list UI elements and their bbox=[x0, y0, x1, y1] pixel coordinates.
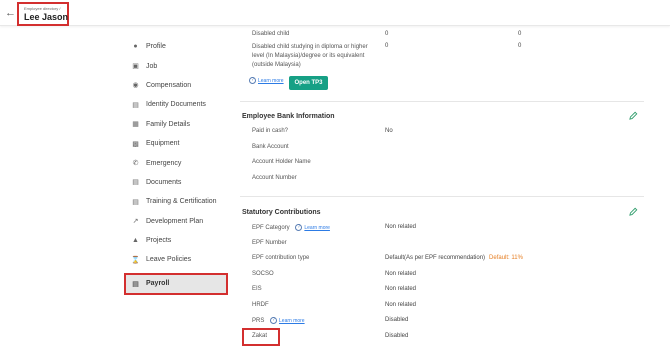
paid-in-cash-value: No bbox=[385, 128, 393, 134]
epf-number-label: EPF Number bbox=[252, 240, 287, 246]
sidebar-item-profile[interactable]: ● Profile bbox=[124, 37, 228, 56]
learn-more-link[interactable]: Learn more bbox=[258, 78, 284, 84]
disabled-child-diploma-value-1: 0 bbox=[385, 43, 389, 49]
sidebar-item-projects[interactable]: ▲ Projects bbox=[124, 231, 228, 250]
sidebar-item-label: Family Details bbox=[146, 120, 190, 128]
team-icon: ▲ bbox=[132, 237, 139, 245]
tp3-learn-more[interactable]: ? Learn more bbox=[249, 77, 284, 84]
help-icon: ? bbox=[249, 77, 256, 84]
sidebar: ● Profile ▣ Job ◉ Compensation ▤ Identity Do… bbox=[124, 37, 228, 295]
prs-row: PRS ? Learn more bbox=[252, 317, 305, 324]
eis-label: EIS bbox=[252, 286, 262, 292]
hrdf-label: HRDF bbox=[252, 302, 269, 308]
epf-learn-more-link[interactable]: Learn more bbox=[304, 225, 330, 231]
help-icon: ? bbox=[295, 224, 303, 231]
money-bag-icon: ◉ bbox=[132, 82, 139, 90]
laptop-icon: ▩ bbox=[132, 140, 139, 148]
chart-icon: ↗ bbox=[132, 218, 139, 226]
sidebar-item-label: Payroll bbox=[146, 280, 170, 288]
sidebar-item-label: Development Plan bbox=[146, 217, 204, 225]
document-icon: ▤ bbox=[132, 179, 139, 187]
prs-value: Disabled bbox=[385, 317, 409, 323]
sidebar-item-label: Compensation bbox=[146, 81, 192, 89]
sidebar-item-label: Job bbox=[146, 62, 158, 70]
employee-name: Lee Jason bbox=[24, 12, 69, 22]
socso-value: Non related bbox=[385, 271, 417, 277]
eis-value: Non related bbox=[385, 286, 417, 292]
sidebar-item-label: Emergency bbox=[146, 159, 182, 167]
sidebar-item-label: Training & Certification bbox=[146, 198, 217, 206]
main-content: Disabled child 0 0 Disabled child studyi… bbox=[240, 0, 644, 350]
sidebar-item-emergency[interactable]: ✆ Emergency bbox=[124, 153, 228, 172]
sidebar-item-identity-documents[interactable]: ▤ Identity Documents bbox=[124, 95, 228, 114]
bank-section-title: Employee Bank Information bbox=[242, 113, 335, 120]
sidebar-item-compensation[interactable]: ◉ Compensation bbox=[124, 76, 228, 95]
payslip-icon: ▤ bbox=[132, 280, 139, 288]
account-holder-name-label: Account Holder Name bbox=[252, 159, 311, 165]
socso-label: SOCSO bbox=[252, 271, 274, 277]
sidebar-item-equipment[interactable]: ▩ Equipment bbox=[124, 134, 228, 153]
sidebar-item-development-plan[interactable]: ↗ Development Plan bbox=[124, 212, 228, 231]
divider bbox=[240, 196, 644, 197]
back-arrow-icon[interactable]: ← bbox=[5, 7, 17, 19]
sidebar-item-label: Profile bbox=[146, 43, 166, 51]
book-icon: ▦ bbox=[132, 121, 139, 129]
open-tp3-button[interactable]: Open TP3 bbox=[289, 76, 328, 90]
bank-account-label: Bank Account bbox=[252, 144, 289, 150]
epf-category-value: Non related bbox=[385, 224, 417, 230]
paid-in-cash-label: Paid in cash? bbox=[252, 128, 289, 134]
prs-label: PRS bbox=[252, 318, 265, 325]
zakat-label: Zakat bbox=[252, 333, 268, 339]
account-number-label: Account Number bbox=[252, 175, 297, 181]
sidebar-item-payroll[interactable]: ▤ Payroll bbox=[124, 272, 228, 295]
certificate-icon: ▤ bbox=[132, 198, 139, 206]
hourglass-icon: ⌛ bbox=[131, 256, 140, 264]
briefcase-icon: ▣ bbox=[132, 63, 139, 71]
zakat-value: Disabled bbox=[385, 333, 409, 339]
phone-icon: ✆ bbox=[132, 160, 139, 168]
sidebar-item-label: Projects bbox=[146, 237, 172, 245]
id-card-icon: ▤ bbox=[132, 101, 139, 109]
epf-default-note: Default: 11% bbox=[489, 255, 523, 261]
edit-statutory-pencil-icon[interactable] bbox=[629, 207, 638, 216]
prs-learn-more-link[interactable]: Learn more bbox=[279, 318, 305, 324]
epf-contribution-type-label: EPF contribution type bbox=[252, 255, 310, 261]
sidebar-item-leave-policies[interactable]: ⌛ Leave Policies bbox=[124, 250, 228, 269]
sidebar-item-label: Documents bbox=[146, 178, 182, 186]
sidebar-item-label: Identity Documents bbox=[146, 101, 206, 109]
disabled-child-value-1: 0 bbox=[385, 31, 389, 37]
disabled-child-label: Disabled child bbox=[252, 31, 290, 37]
sidebar-item-label: Equipment bbox=[146, 140, 180, 148]
epf-contribution-type-value: Default(As per EPF recommendation) Defaul… bbox=[385, 255, 523, 261]
employee-header: Employee directory / Lee Jason bbox=[17, 2, 69, 26]
edit-bank-pencil-icon[interactable] bbox=[629, 111, 638, 120]
sidebar-item-training[interactable]: ▤ Training & Certification bbox=[124, 192, 228, 211]
sidebar-item-label: Leave Policies bbox=[146, 256, 192, 264]
epf-contribution-type-text: Default(As per EPF recommendation) bbox=[385, 255, 486, 261]
person-icon: ● bbox=[133, 43, 138, 51]
disabled-child-value-2: 0 bbox=[518, 31, 522, 37]
epf-category-row: EPF Category ? Learn more bbox=[252, 224, 330, 231]
sidebar-item-documents[interactable]: ▤ Documents bbox=[124, 173, 228, 192]
hrdf-value: Non related bbox=[385, 302, 417, 308]
statutory-section-title: Statutory Contributions bbox=[242, 209, 321, 216]
sidebar-item-job[interactable]: ▣ Job bbox=[124, 56, 228, 75]
help-icon: ? bbox=[270, 317, 278, 324]
divider bbox=[240, 101, 644, 102]
disabled-child-diploma-label: Disabled child studying in diploma or hi… bbox=[252, 44, 368, 68]
breadcrumb[interactable]: Employee directory / bbox=[24, 6, 67, 11]
disabled-child-diploma-value-2: 0 bbox=[518, 43, 522, 49]
sidebar-item-family-details[interactable]: ▦ Family Details bbox=[124, 115, 228, 134]
epf-category-label: EPF Category bbox=[252, 225, 290, 232]
